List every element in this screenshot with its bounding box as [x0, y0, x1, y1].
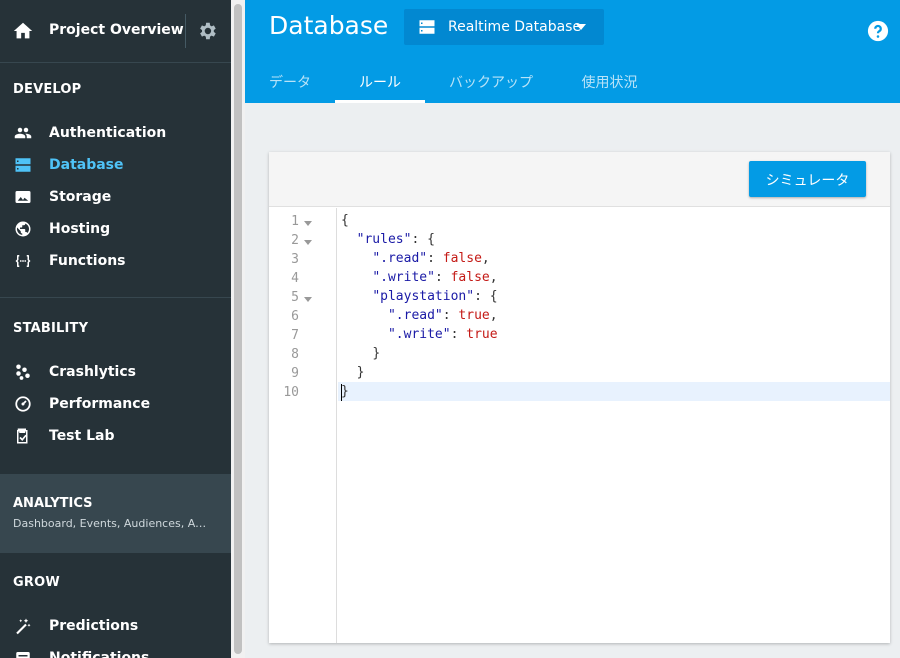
sidebar-item-label: Test Lab — [49, 428, 115, 444]
sidebar-item-functions[interactable]: Functions — [0, 245, 231, 277]
code-line: ".write": false, — [372, 270, 498, 285]
people-icon — [14, 127, 32, 139]
code-line: } — [341, 384, 349, 399]
database-selector-label: Realtime Database — [448, 19, 582, 35]
text-cursor — [341, 384, 342, 401]
image-icon — [15, 191, 31, 203]
code-line: ".read": false, — [372, 251, 490, 266]
overview-divider — [185, 14, 186, 48]
line-number: 2 — [291, 233, 299, 248]
sidebar-item-authentication[interactable]: Authentication — [0, 117, 231, 149]
sidebar-item-performance[interactable]: Performance — [0, 388, 231, 420]
notifications-icon — [16, 652, 30, 658]
sidebar-item-label: Crashlytics — [49, 364, 136, 380]
code-line: ".write": true — [387, 327, 498, 342]
line-number: 8 — [291, 347, 299, 362]
sidebar-divider — [0, 297, 231, 298]
analytics-subtitle: Dashboard, Events, Audiences, At... — [13, 517, 208, 530]
sidebar-divider — [0, 62, 231, 63]
sidebar-item-predictions[interactable]: Predictions — [0, 610, 231, 642]
database-selector[interactable]: Realtime Database — [404, 9, 604, 45]
fold-arrow-icon[interactable] — [304, 297, 312, 302]
sidebar-item-label: Functions — [49, 253, 126, 269]
sidebar-item-testlab[interactable]: Test Lab — [0, 420, 231, 452]
scrollbar-thumb[interactable] — [234, 4, 242, 654]
tab-backup[interactable]: バックアップ — [438, 60, 544, 103]
code-line: "playstation": { — [372, 289, 498, 304]
sidebar-item-database[interactable]: Database — [0, 149, 231, 181]
sidebar-item-crashlytics[interactable]: Crashlytics — [0, 356, 231, 388]
editor-toolbar: シミュレータ — [269, 152, 890, 207]
sidebar-scrollbar[interactable] — [231, 0, 245, 658]
tab-usage[interactable]: 使用状況 — [567, 60, 652, 103]
sidebar-item-label: Hosting — [49, 221, 111, 237]
line-number: 5 — [291, 290, 299, 305]
active-tab-indicator — [335, 100, 425, 103]
fold-arrow-icon[interactable] — [304, 240, 312, 245]
section-stability: STABILITY — [13, 321, 89, 336]
test-lab-icon — [17, 428, 28, 444]
fold-arrow-icon[interactable] — [304, 221, 312, 226]
sidebar-item-label: Authentication — [49, 125, 167, 141]
gear-icon[interactable] — [196, 20, 218, 42]
sidebar-item-label: Database — [49, 157, 124, 173]
line-number: 7 — [291, 328, 299, 343]
chevron-down-icon — [576, 24, 586, 30]
code-line: { — [341, 213, 349, 228]
line-number: 3 — [291, 252, 299, 267]
code-editor[interactable]: { "rules": { ".read": false, ".write": f… — [338, 208, 890, 643]
line-number: 4 — [291, 271, 299, 286]
home-icon — [13, 22, 33, 39]
section-develop: DEVELOP — [13, 82, 82, 97]
help-icon[interactable] — [867, 20, 889, 42]
code-line: "rules": { — [356, 232, 435, 247]
code-line: } — [372, 346, 381, 361]
tab-rules[interactable]: ルール — [335, 60, 425, 103]
line-number-gutter: 1 2 3 4 5 6 7 8 9 10 — [269, 208, 337, 643]
section-grow: GROW — [13, 575, 60, 590]
line-number: 10 — [283, 385, 299, 400]
sidebar-item-label: Storage — [49, 189, 112, 205]
page-title: Database — [269, 11, 389, 40]
crashlytics-icon — [16, 364, 30, 380]
code-line: ".read": true, — [387, 308, 498, 323]
functions-icon — [15, 255, 31, 267]
database-icon — [15, 158, 31, 172]
analytics-title: ANALYTICS — [13, 496, 93, 511]
active-line-highlight — [338, 382, 890, 401]
magic-wand-icon — [16, 618, 31, 635]
sidebar-item-label: Predictions — [49, 618, 139, 634]
sidebar-item-storage[interactable]: Storage — [0, 181, 231, 213]
line-number: 1 — [291, 214, 299, 229]
line-number: 9 — [291, 366, 299, 381]
sidebar-item-label: Notifications — [49, 650, 150, 658]
header: Database Realtime Database データ ルール バックアッ… — [245, 0, 900, 103]
section-analytics[interactable]: ANALYTICS Dashboard, Events, Audiences, … — [0, 474, 231, 552]
database-icon — [419, 20, 435, 34]
globe-icon — [15, 221, 31, 237]
sidebar-item-notifications[interactable]: Notifications — [0, 642, 231, 658]
tab-data[interactable]: データ — [256, 60, 324, 103]
sidebar-item-hosting[interactable]: Hosting — [0, 213, 231, 245]
project-overview-row[interactable]: Project Overview — [0, 0, 231, 62]
sidebar-divider — [0, 552, 231, 553]
sidebar: Project Overview DEVELOP Authentication … — [0, 0, 231, 658]
project-overview-label: Project Overview — [49, 22, 184, 38]
simulator-button[interactable]: シミュレータ — [749, 161, 866, 197]
line-number: 6 — [291, 309, 299, 324]
code-line: } — [356, 365, 365, 380]
rules-editor-card: シミュレータ 1 2 3 4 5 6 7 8 9 10 { "rules": {… — [269, 152, 890, 643]
speedometer-icon — [15, 396, 31, 412]
sidebar-item-label: Performance — [49, 396, 151, 412]
